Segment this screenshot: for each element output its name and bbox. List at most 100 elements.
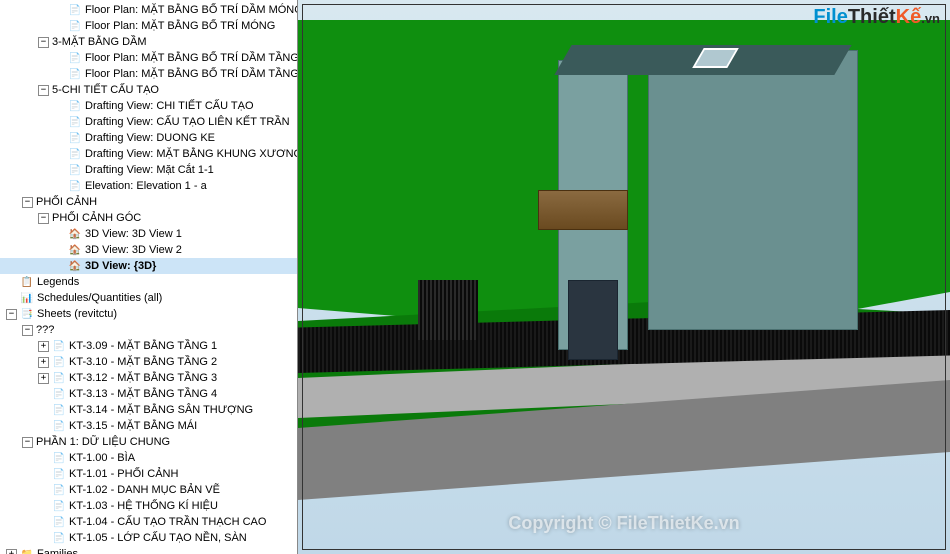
expander-spacer <box>54 21 65 32</box>
expand-icon[interactable]: + <box>6 549 17 554</box>
families-node[interactable]: +📁Families <box>0 546 297 554</box>
sheets-node[interactable]: −📑Sheets (revitctu) <box>0 306 297 322</box>
collapse-icon[interactable]: − <box>38 85 49 96</box>
collapse-icon[interactable]: − <box>6 309 17 320</box>
group-chi-tiet[interactable]: −5-CHI TIẾT CẤU TẠO <box>0 82 297 98</box>
floor-plan-item[interactable]: 📄Floor Plan: MẶT BẰNG BỐ TRÍ DẦM TẦNG 1 <box>0 50 297 66</box>
sheet-item[interactable]: 📄KT-1.04 - CẤU TẠO TRẦN THẠCH CAO <box>0 514 297 530</box>
expand-icon[interactable]: + <box>38 341 49 352</box>
group-phoi-canh-goc[interactable]: −PHỐI CẢNH GÓC <box>0 210 297 226</box>
tree-node-icon: 📑 <box>20 307 34 321</box>
expander-spacer <box>6 277 17 288</box>
expander-spacer <box>38 469 49 480</box>
collapse-icon[interactable]: − <box>22 437 33 448</box>
tree-node-label: Floor Plan: MẶT BẰNG BỐ TRÍ MÓNG <box>85 20 275 32</box>
tree-node-label: KT-3.12 - MẶT BẰNG TẦNG 3 <box>69 372 217 384</box>
tree-node-label: 3D View: 3D View 1 <box>85 228 182 240</box>
drafting-view-item[interactable]: 📄Drafting View: CẤU TẠO LIÊN KẾT TRẦN <box>0 114 297 130</box>
building-model <box>478 40 858 360</box>
sheet-item[interactable]: +📄KT-3.12 - MẶT BẰNG TẦNG 3 <box>0 370 297 386</box>
3d-scene <box>298 0 950 554</box>
group-unknown[interactable]: −??? <box>0 322 297 338</box>
tree-node-label: KT-3.09 - MẶT BẰNG TẦNG 1 <box>69 340 217 352</box>
3d-view-item[interactable]: 🏠3D View: 3D View 1 <box>0 226 297 242</box>
sheet-item[interactable]: 📄KT-3.13 - MẶT BẰNG TẦNG 4 <box>0 386 297 402</box>
expander-spacer <box>54 149 65 160</box>
collapse-icon[interactable]: − <box>38 37 49 48</box>
tree-node-icon: 📋 <box>20 275 34 289</box>
expander-spacer <box>54 229 65 240</box>
tree-node-label: KT-3.10 - MẶT BẰNG TẦNG 2 <box>69 356 217 368</box>
tree-node-label: Drafting View: MẶT BẰNG KHUNG XƯƠNG <box>85 148 298 160</box>
expander-spacer <box>54 101 65 112</box>
drafting-view-item[interactable]: 📄Drafting View: DUONG KE <box>0 130 297 146</box>
tree-node-label: Drafting View: Mặt Cắt 1-1 <box>85 164 214 176</box>
sheet-item[interactable]: 📄KT-1.05 - LỚP CẤU TẠO NỀN, SÀN <box>0 530 297 546</box>
expander-spacer <box>54 261 65 272</box>
sheet-item[interactable]: +📄KT-3.10 - MẶT BẰNG TẦNG 2 <box>0 354 297 370</box>
tree-node-icon: 📄 <box>52 419 66 433</box>
expander-spacer <box>38 389 49 400</box>
tree-node-label: 3D View: 3D View 2 <box>85 244 182 256</box>
expander-spacer <box>6 293 17 304</box>
tree-node-icon: 📄 <box>68 19 82 33</box>
sheet-item[interactable]: 📄KT-1.01 - PHỐI CẢNH <box>0 466 297 482</box>
tree-node-label: Legends <box>37 276 79 288</box>
collapse-icon[interactable]: − <box>22 325 33 336</box>
3d-viewport[interactable]: Copyright © FileThietKe.vn FileThiếtKế.v… <box>298 0 950 554</box>
tree-node-icon: 📄 <box>52 499 66 513</box>
balcony <box>538 190 628 230</box>
sheet-item[interactable]: 📄KT-1.00 - BÌA <box>0 450 297 466</box>
tree-node-icon: 🏠 <box>68 227 82 241</box>
tree-node-icon: 📄 <box>52 467 66 481</box>
drafting-view-item[interactable]: 📄Drafting View: CHI TIẾT CẤU TẠO <box>0 98 297 114</box>
expander-spacer <box>38 421 49 432</box>
sheet-item[interactable]: +📄KT-3.09 - MẶT BẰNG TẦNG 1 <box>0 338 297 354</box>
tree-node-icon: 📄 <box>68 179 82 193</box>
floor-plan-item[interactable]: 📄Floor Plan: MẶT BẰNG BỐ TRÍ DẦM MÓNG <box>0 2 297 18</box>
expander-spacer <box>54 117 65 128</box>
tree-node-icon: 📄 <box>68 147 82 161</box>
drafting-view-item[interactable]: 📄Drafting View: MẶT BẰNG KHUNG XƯƠNG <box>0 146 297 162</box>
tree-node-label: 3D View: {3D} <box>85 260 156 272</box>
tree-node-label: Drafting View: DUONG KE <box>85 132 215 144</box>
drafting-view-item[interactable]: 📄Drafting View: Mặt Cắt 1-1 <box>0 162 297 178</box>
3d-view-active[interactable]: 🏠3D View: {3D} <box>0 258 297 274</box>
sheet-item[interactable]: 📄KT-1.02 - DANH MỤC BẢN VẼ <box>0 482 297 498</box>
tree-node-label: Drafting View: CHI TIẾT CẤU TẠO <box>85 100 254 112</box>
schedules-node[interactable]: 📊Schedules/Quantities (all) <box>0 290 297 306</box>
project-browser[interactable]: 📄Floor Plan: MẶT BẰNG BỐ TRÍ DẦM MÓNG📄Fl… <box>0 0 298 554</box>
expander-spacer <box>38 485 49 496</box>
sheet-item[interactable]: 📄KT-3.14 - MẶT BẰNG SÂN THƯỢNG <box>0 402 297 418</box>
collapse-icon[interactable]: − <box>38 213 49 224</box>
collapse-icon[interactable]: − <box>22 197 33 208</box>
tree-node-label: 5-CHI TIẾT CẤU TẠO <box>52 84 159 96</box>
expander-spacer <box>54 69 65 80</box>
building-side-wall <box>648 50 858 330</box>
sheet-item[interactable]: 📄KT-3.15 - MẶT BẰNG MÁI <box>0 418 297 434</box>
group-mat-bang-dam[interactable]: −3-MẶT BẰNG DẦM <box>0 34 297 50</box>
tree-node-label: PHẦN 1: DỮ LIỆU CHUNG <box>36 436 170 448</box>
tree-node-label: KT-1.01 - PHỐI CẢNH <box>69 468 178 480</box>
expand-icon[interactable]: + <box>38 373 49 384</box>
legends-node[interactable]: 📋Legends <box>0 274 297 290</box>
expander-spacer <box>38 405 49 416</box>
tree-node-label: PHỐI CẢNH GÓC <box>52 212 141 224</box>
tree-node-label: Sheets (revitctu) <box>37 308 117 320</box>
tree-node-icon: 📄 <box>52 531 66 545</box>
tree-node-icon: 📄 <box>68 115 82 129</box>
tree-node-label: KT-1.00 - BÌA <box>69 452 135 464</box>
tree-node-label: KT-1.05 - LỚP CẤU TẠO NỀN, SÀN <box>69 532 247 544</box>
3d-view-item[interactable]: 🏠3D View: 3D View 2 <box>0 242 297 258</box>
group-phoi-canh[interactable]: −PHỐI CẢNH <box>0 194 297 210</box>
elevation-item[interactable]: 📄Elevation: Elevation 1 - a <box>0 178 297 194</box>
tree-node-icon: 📄 <box>52 387 66 401</box>
expander-spacer <box>54 133 65 144</box>
group-du-lieu[interactable]: −PHẦN 1: DỮ LIỆU CHUNG <box>0 434 297 450</box>
floor-plan-item[interactable]: 📄Floor Plan: MẶT BẰNG BỐ TRÍ MÓNG <box>0 18 297 34</box>
tree-node-label: KT-3.13 - MẶT BẰNG TẦNG 4 <box>69 388 217 400</box>
expander-spacer <box>38 517 49 528</box>
sheet-item[interactable]: 📄KT-1.03 - HỆ THỐNG KÍ HIỆU <box>0 498 297 514</box>
expand-icon[interactable]: + <box>38 357 49 368</box>
floor-plan-item[interactable]: 📄Floor Plan: MẶT BẰNG BỐ TRÍ DẦM TẦNG 2 <box>0 66 297 82</box>
